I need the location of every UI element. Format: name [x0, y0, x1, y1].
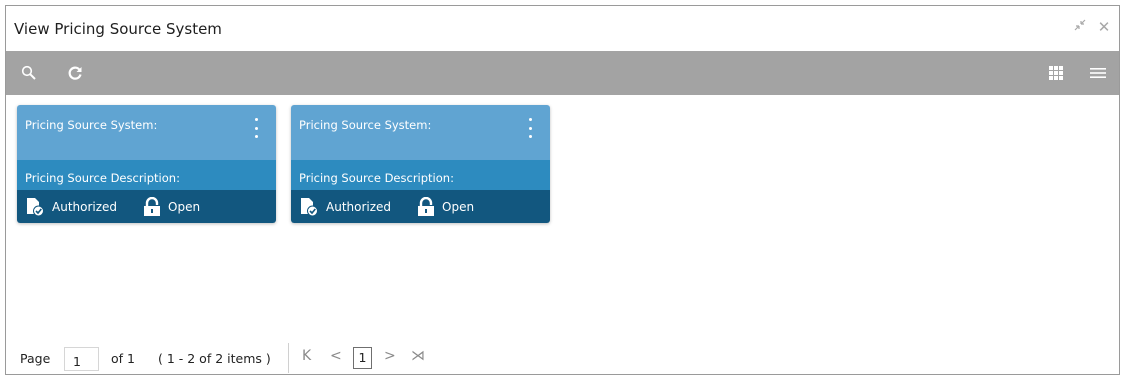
- pricing-source-description-label: Pricing Source Description:: [25, 171, 180, 185]
- last-page-icon[interactable]: ⋊: [411, 348, 425, 364]
- close-icon[interactable]: ✕: [1095, 18, 1113, 36]
- authorized-status: Authorized: [299, 197, 391, 217]
- pricing-source-system-label: Pricing Source System:: [299, 118, 432, 132]
- page-label: Page: [20, 351, 51, 366]
- pricing-source-system-label: Pricing Source System:: [25, 118, 158, 132]
- unlock-icon: [144, 196, 161, 216]
- refresh-icon[interactable]: [64, 63, 86, 83]
- open-status: Open: [417, 196, 475, 217]
- page-total-label: of 1: [111, 351, 135, 366]
- unlock-icon: [418, 196, 435, 216]
- list-view-icon[interactable]: [1087, 63, 1109, 83]
- previous-page-icon[interactable]: <: [330, 348, 342, 364]
- card-status-row: Authorized Open: [291, 190, 550, 223]
- card-description-row: Pricing Source Description:: [17, 160, 276, 190]
- minimize-icon[interactable]: [1071, 18, 1089, 36]
- open-label: Open: [168, 199, 201, 214]
- title-bar: View Pricing Source System ✕: [6, 6, 1119, 51]
- open-label: Open: [442, 199, 475, 214]
- toolbar: [6, 51, 1119, 95]
- pager-divider: [288, 343, 289, 373]
- card-status-row: Authorized Open: [17, 190, 276, 223]
- next-page-icon[interactable]: >: [384, 348, 396, 364]
- card-description-row: Pricing Source Description:: [291, 160, 550, 190]
- first-page-icon[interactable]: K: [302, 348, 311, 364]
- pagination-bar: Page 1 of 1 ( 1 - 2 of 2 items ) K < 1 >…: [6, 343, 1119, 373]
- items-count-label: ( 1 - 2 of 2 items ): [158, 351, 271, 366]
- current-page-button[interactable]: 1: [353, 347, 372, 369]
- pricing-source-description-label: Pricing Source Description:: [299, 171, 454, 185]
- authorized-label: Authorized: [52, 199, 118, 214]
- kebab-menu-icon[interactable]: [527, 118, 533, 138]
- open-status: Open: [143, 196, 201, 217]
- authorized-label: Authorized: [326, 199, 392, 214]
- pricing-source-card[interactable]: Pricing Source System: Pricing Source De…: [291, 105, 550, 223]
- search-icon[interactable]: [18, 63, 40, 83]
- authorized-icon: [27, 197, 44, 216]
- authorized-icon: [301, 197, 318, 216]
- card-header: Pricing Source System:: [17, 105, 276, 160]
- kebab-menu-icon[interactable]: [253, 118, 259, 138]
- card-header: Pricing Source System:: [291, 105, 550, 160]
- page-number-input[interactable]: 1: [64, 347, 99, 371]
- grid-view-icon[interactable]: [1045, 63, 1067, 83]
- window-title: View Pricing Source System: [14, 19, 222, 38]
- pricing-source-card[interactable]: Pricing Source System: Pricing Source De…: [17, 105, 276, 223]
- view-pricing-source-system-window: View Pricing Source System ✕ Pricing Sou…: [5, 5, 1120, 375]
- authorized-status: Authorized: [25, 197, 117, 217]
